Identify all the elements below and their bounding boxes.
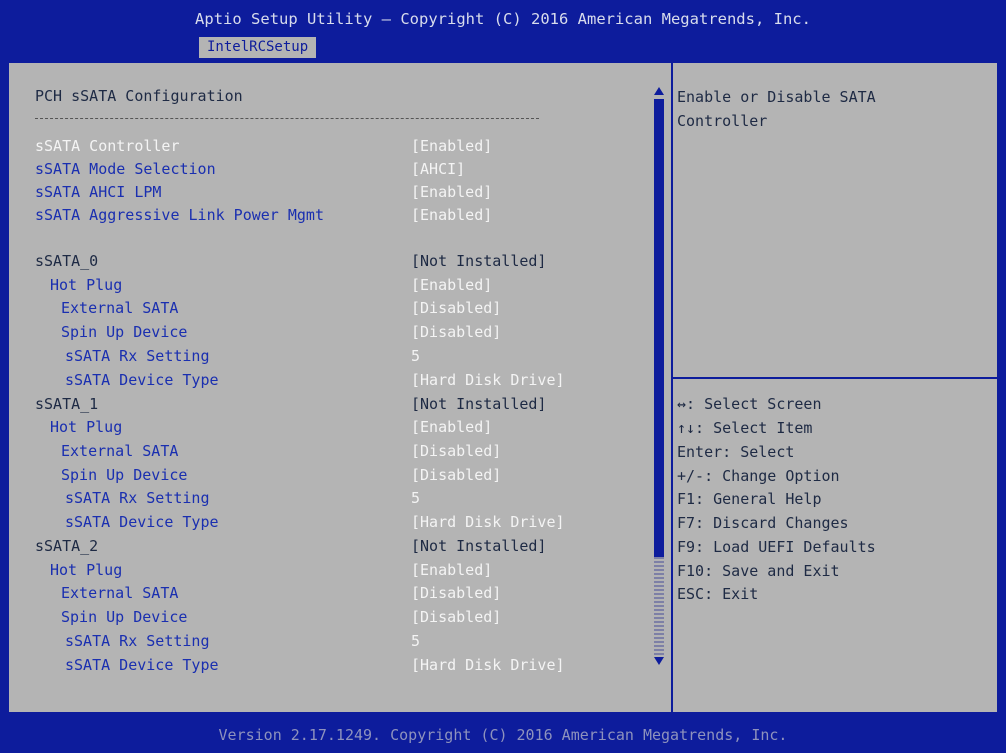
setting-value: [Enabled] xyxy=(411,561,493,579)
ssata-1-spin-up-device[interactable]: Spin Up Device [Disabled] xyxy=(35,464,635,486)
ssata-0-hot-plug[interactable]: Hot Plug [Enabled] xyxy=(35,274,635,296)
ssata-2-spin-up-device[interactable]: Spin Up Device [Disabled] xyxy=(35,606,635,628)
setting-ssata-mode-selection[interactable]: sSATA Mode Selection [AHCI] xyxy=(35,158,635,180)
setting-value: [Hard Disk Drive] xyxy=(411,371,565,389)
header-bar: Aptio Setup Utility – Copyright (C) 2016… xyxy=(0,0,1006,62)
key-hint-change-option: +/-: Change Option xyxy=(677,467,840,485)
ssata-1-rx-setting[interactable]: sSATA Rx Setting 5 xyxy=(35,487,635,509)
key-hint-load-defaults: F9: Load UEFI Defaults xyxy=(677,538,876,556)
port-header-ssata-2: sSATA_2 [Not Installed] xyxy=(35,535,635,557)
setting-label: Spin Up Device xyxy=(61,466,188,484)
setting-label: sSATA Controller xyxy=(35,137,180,155)
setting-label: sSATA Device Type xyxy=(65,656,219,674)
scrollbar[interactable] xyxy=(654,99,664,655)
setting-ssata-aggressive-link-power[interactable]: sSATA Aggressive Link Power Mgmt [Enable… xyxy=(35,204,635,226)
setting-value: [Disabled] xyxy=(411,584,502,602)
setting-value: [Hard Disk Drive] xyxy=(411,656,565,674)
key-hint-enter: Enter: Select xyxy=(677,443,795,461)
setting-value: [Enabled] xyxy=(411,206,493,224)
setting-label: sSATA Device Type xyxy=(65,513,219,531)
setting-value: [Enabled] xyxy=(411,276,493,294)
port-status: [Not Installed] xyxy=(411,395,547,413)
setting-label: sSATA AHCI LPM xyxy=(35,183,162,201)
help-separator xyxy=(673,377,997,379)
ssata-2-hot-plug[interactable]: Hot Plug [Enabled] xyxy=(35,559,635,581)
setting-label: External SATA xyxy=(61,584,179,602)
setting-value: 5 xyxy=(411,347,421,365)
port-name: sSATA_0 xyxy=(35,252,99,270)
ssata-0-external-sata[interactable]: External SATA [Disabled] xyxy=(35,297,635,319)
setting-value: [Enabled] xyxy=(411,183,493,201)
setting-label: sSATA Aggressive Link Power Mgmt xyxy=(35,206,324,224)
ssata-2-rx-setting[interactable]: sSATA Rx Setting 5 xyxy=(35,630,635,652)
help-pane: Enable or Disable SATA Controller ↔: Sel… xyxy=(673,63,997,712)
ssata-1-device-type[interactable]: sSATA Device Type [Hard Disk Drive] xyxy=(35,511,635,533)
port-name: sSATA_2 xyxy=(35,537,99,555)
setting-value: [AHCI] xyxy=(411,160,466,178)
ssata-0-spin-up-device[interactable]: Spin Up Device [Disabled] xyxy=(35,321,635,343)
page-title: PCH sSATA Configuration xyxy=(35,87,243,105)
setting-label: sSATA Rx Setting xyxy=(65,489,210,507)
setting-label: sSATA Device Type xyxy=(65,371,219,389)
setting-ssata-controller[interactable]: sSATA Controller [Enabled] xyxy=(35,135,635,157)
ssata-2-device-type[interactable]: sSATA Device Type [Hard Disk Drive] xyxy=(35,654,635,676)
ssata-1-external-sata[interactable]: External SATA [Disabled] xyxy=(35,440,635,462)
port-name: sSATA_1 xyxy=(35,395,99,413)
ssata-0-device-type[interactable]: sSATA Device Type [Hard Disk Drive] xyxy=(35,369,635,391)
setting-label: sSATA Mode Selection xyxy=(35,160,216,178)
help-text-line: Controller xyxy=(677,112,768,130)
ssata-0-rx-setting[interactable]: sSATA Rx Setting 5 xyxy=(35,345,635,367)
scrollbar-track-remaining xyxy=(654,557,664,655)
key-hint-select-screen: ↔: Select Screen xyxy=(677,395,822,413)
port-header-ssata-1: sSATA_1 [Not Installed] xyxy=(35,393,635,415)
setting-value: [Hard Disk Drive] xyxy=(411,513,565,531)
setting-label: Hot Plug xyxy=(50,561,123,579)
key-hint-general-help: F1: General Help xyxy=(677,490,822,508)
setting-value: 5 xyxy=(411,632,421,650)
help-text-line: Enable or Disable SATA xyxy=(677,88,876,106)
setting-label: Hot Plug xyxy=(50,276,123,294)
setting-label: Hot Plug xyxy=(50,418,123,436)
scroll-down-arrow-icon[interactable] xyxy=(654,657,664,665)
footer-version: Version 2.17.1249. Copyright (C) 2016 Am… xyxy=(0,717,1006,753)
setting-label: sSATA Rx Setting xyxy=(65,632,210,650)
setting-label: External SATA xyxy=(61,442,179,460)
setting-label: sSATA Rx Setting xyxy=(65,347,210,365)
setting-label: Spin Up Device xyxy=(61,608,188,626)
port-status: [Not Installed] xyxy=(411,252,547,270)
key-hint-select-item: ↑↓: Select Item xyxy=(677,419,813,437)
scrollbar-thumb[interactable] xyxy=(654,99,664,557)
setting-label: Spin Up Device xyxy=(61,323,188,341)
setting-value: [Enabled] xyxy=(411,418,493,436)
setting-ssata-ahci-lpm[interactable]: sSATA AHCI LPM [Enabled] xyxy=(35,181,635,203)
settings-pane: PCH sSATA Configuration sSATA Controller… xyxy=(9,63,669,712)
title-separator xyxy=(35,118,539,119)
scroll-up-arrow-icon[interactable] xyxy=(654,87,664,95)
setting-value: [Disabled] xyxy=(411,608,502,626)
app-title: Aptio Setup Utility – Copyright (C) 2016… xyxy=(195,10,811,28)
ssata-2-external-sata[interactable]: External SATA [Disabled] xyxy=(35,582,635,604)
setting-value: [Disabled] xyxy=(411,466,502,484)
key-hint-save-exit: F10: Save and Exit xyxy=(677,562,840,580)
setting-value: [Enabled] xyxy=(411,137,493,155)
port-header-ssata-0: sSATA_0 [Not Installed] xyxy=(35,250,635,272)
setting-value: [Disabled] xyxy=(411,323,502,341)
ssata-1-hot-plug[interactable]: Hot Plug [Enabled] xyxy=(35,416,635,438)
tab-intelrcsetup[interactable]: IntelRCSetup xyxy=(199,37,317,58)
setting-label: External SATA xyxy=(61,299,179,317)
setup-frame: PCH sSATA Configuration sSATA Controller… xyxy=(8,62,998,713)
setting-value: 5 xyxy=(411,489,421,507)
key-hint-discard-changes: F7: Discard Changes xyxy=(677,514,849,532)
port-status: [Not Installed] xyxy=(411,537,547,555)
setting-value: [Disabled] xyxy=(411,299,502,317)
setting-value: [Disabled] xyxy=(411,442,502,460)
key-hint-exit: ESC: Exit xyxy=(677,585,759,603)
